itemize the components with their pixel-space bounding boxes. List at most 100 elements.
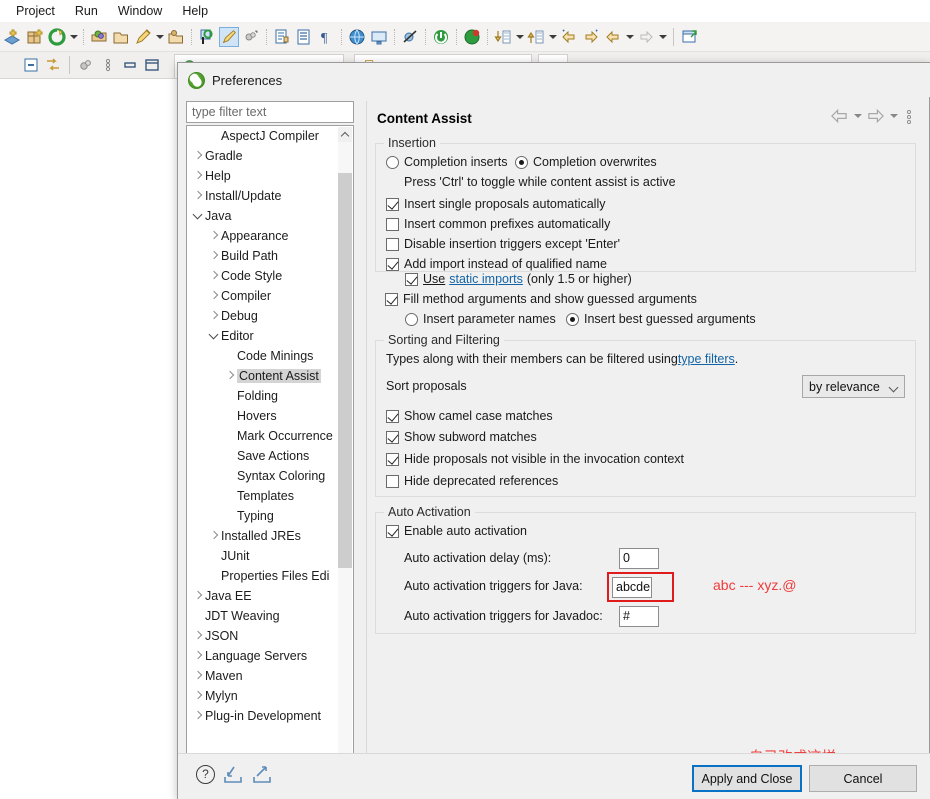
filters-icon[interactable] xyxy=(76,55,96,75)
tree-item[interactable]: JUnit xyxy=(187,546,339,566)
chevron-right-icon[interactable] xyxy=(207,526,221,546)
auto-activation-javadoc-input[interactable]: # xyxy=(619,606,659,627)
sort-proposals-select[interactable]: by relevance xyxy=(802,375,905,398)
tree-item[interactable]: Editor xyxy=(187,326,339,346)
chevron-right-icon[interactable] xyxy=(191,686,205,706)
minimize-icon[interactable] xyxy=(120,55,140,75)
chevron-right-icon[interactable] xyxy=(191,666,205,686)
step-into-icon[interactable] xyxy=(493,27,513,47)
chevron-right-icon[interactable] xyxy=(191,626,205,646)
previous-annotation-icon[interactable] xyxy=(559,27,579,47)
tree-item[interactable]: Properties Files Edi xyxy=(187,566,339,586)
tree-item[interactable]: Templates xyxy=(187,486,339,506)
tree-item[interactable]: Mylyn xyxy=(187,686,339,706)
vertical-scroll-thumb[interactable] xyxy=(338,173,352,568)
new-java-file-icon[interactable] xyxy=(272,27,292,47)
step-into-dropdown-caret[interactable] xyxy=(514,27,525,47)
chevron-right-icon[interactable] xyxy=(191,586,205,606)
insert-parameter-names-radio[interactable]: Insert parameter names xyxy=(405,312,556,326)
show-subword-checkbox[interactable]: Show subword matches xyxy=(386,430,537,444)
forward-dropdown-caret[interactable] xyxy=(657,27,668,47)
tree-item[interactable]: Syntax Coloring xyxy=(187,466,339,486)
tree-item[interactable]: JDT Weaving xyxy=(187,606,339,626)
tree-item[interactable]: Build Path xyxy=(187,246,339,266)
pencil-icon[interactable] xyxy=(133,27,153,47)
tree-item[interactable]: Help xyxy=(187,166,339,186)
tree-item[interactable]: Debug xyxy=(187,306,339,326)
chevron-right-icon[interactable] xyxy=(191,166,205,186)
completion-inserts-radio[interactable]: Completion inserts xyxy=(386,155,508,169)
tree-item[interactable]: Install/Update xyxy=(187,186,339,206)
outline-icon[interactable] xyxy=(294,27,314,47)
chevron-down-icon[interactable] xyxy=(207,326,221,346)
tree-item[interactable]: Maven xyxy=(187,666,339,686)
menu-window[interactable]: Window xyxy=(108,1,172,21)
insert-common-prefixes-checkbox[interactable]: Insert common prefixes automatically xyxy=(386,217,610,231)
open-browser-icon[interactable] xyxy=(347,27,367,47)
menu-project[interactable]: Project xyxy=(6,1,65,21)
preferences-tree[interactable]: AspectJ Compiler Gradle Help Install/Update… xyxy=(186,125,354,791)
chevron-right-icon[interactable] xyxy=(223,366,237,386)
add-import-checkbox[interactable]: Add import instead of qualified name xyxy=(386,257,607,271)
forward-history-chevron-down-icon[interactable] xyxy=(887,106,900,126)
tree-item[interactable]: Gradle xyxy=(187,146,339,166)
debug-icon[interactable] xyxy=(89,27,109,47)
open-console-icon[interactable] xyxy=(369,27,389,47)
auto-activation-delay-input[interactable]: 0 xyxy=(619,548,659,569)
tree-item[interactable]: Installed JREs xyxy=(187,526,339,546)
open-task-icon[interactable] xyxy=(241,27,261,47)
scroll-up-arrow-icon[interactable] xyxy=(338,127,352,142)
tree-vertical-scrollbar[interactable] xyxy=(338,127,352,775)
run-icon[interactable] xyxy=(47,27,67,47)
filter-input[interactable]: type filter text xyxy=(186,101,354,123)
maximize-icon[interactable] xyxy=(142,55,162,75)
chevron-right-icon[interactable] xyxy=(207,226,221,246)
import-icon[interactable] xyxy=(222,765,244,784)
chevron-right-icon[interactable] xyxy=(191,706,205,726)
back-dropdown-caret[interactable] xyxy=(624,27,635,47)
completion-overwrites-radio[interactable]: Completion overwrites xyxy=(515,155,657,169)
tree-item[interactable]: Code Style xyxy=(187,266,339,286)
stop-server-icon[interactable] xyxy=(462,27,482,47)
open-type-icon[interactable] xyxy=(166,27,186,47)
paragraph-mark-icon[interactable]: ¶ xyxy=(316,27,336,47)
view-menu-icon[interactable] xyxy=(902,106,916,126)
tree-item[interactable]: Plug-in Development xyxy=(187,706,339,726)
terminate-icon[interactable] xyxy=(431,27,451,47)
step-out-dropdown-caret[interactable] xyxy=(547,27,558,47)
auto-activation-java-input[interactable]: abcde xyxy=(612,577,652,598)
tree-item[interactable]: JSON xyxy=(187,626,339,646)
tree-item[interactable]: Language Servers xyxy=(187,646,339,666)
apply-and-close-button[interactable]: Apply and Close xyxy=(692,765,802,792)
back-arrow-icon[interactable] xyxy=(830,106,849,126)
pencil-dropdown-caret[interactable] xyxy=(154,27,165,47)
open-folder-icon[interactable] xyxy=(111,27,131,47)
tree-item[interactable]: Content Assist xyxy=(187,366,339,386)
disable-insertion-triggers-checkbox[interactable]: Disable insertion triggers except 'Enter… xyxy=(386,237,620,251)
type-filters-link[interactable]: type filters xyxy=(678,352,735,366)
forward-icon[interactable] xyxy=(636,27,656,47)
search-type-icon[interactable] xyxy=(197,27,217,47)
fill-method-arguments-checkbox[interactable]: Fill method arguments and show guessed a… xyxy=(385,292,697,306)
chevron-right-icon[interactable] xyxy=(207,286,221,306)
hide-proposals-checkbox[interactable]: Hide proposals not visible in the invoca… xyxy=(386,452,684,466)
tree-item[interactable]: Save Actions xyxy=(187,446,339,466)
menu-run[interactable]: Run xyxy=(65,1,108,21)
insert-single-proposals-checkbox[interactable]: Insert single proposals automatically xyxy=(386,197,606,211)
chevron-right-icon[interactable] xyxy=(207,266,221,286)
menu-help[interactable]: Help xyxy=(172,1,218,21)
insert-best-guessed-radio[interactable]: Insert best guessed arguments xyxy=(566,312,756,326)
new-package-icon[interactable] xyxy=(25,27,45,47)
chevron-down-icon[interactable] xyxy=(191,206,205,226)
static-imports-link[interactable]: static imports xyxy=(449,272,523,286)
chevron-right-icon[interactable] xyxy=(191,186,205,206)
java-perspective-icon[interactable] xyxy=(219,26,239,47)
next-annotation-icon[interactable] xyxy=(581,27,601,47)
tree-item[interactable]: AspectJ Compiler xyxy=(187,126,339,146)
tree-item[interactable]: Code Minings xyxy=(187,346,339,366)
tree-item[interactable]: Compiler xyxy=(187,286,339,306)
chevron-right-icon[interactable] xyxy=(207,306,221,326)
back-history-chevron-down-icon[interactable] xyxy=(851,106,864,126)
tree-item[interactable]: Folding xyxy=(187,386,339,406)
tree-item[interactable]: Java EE xyxy=(187,586,339,606)
